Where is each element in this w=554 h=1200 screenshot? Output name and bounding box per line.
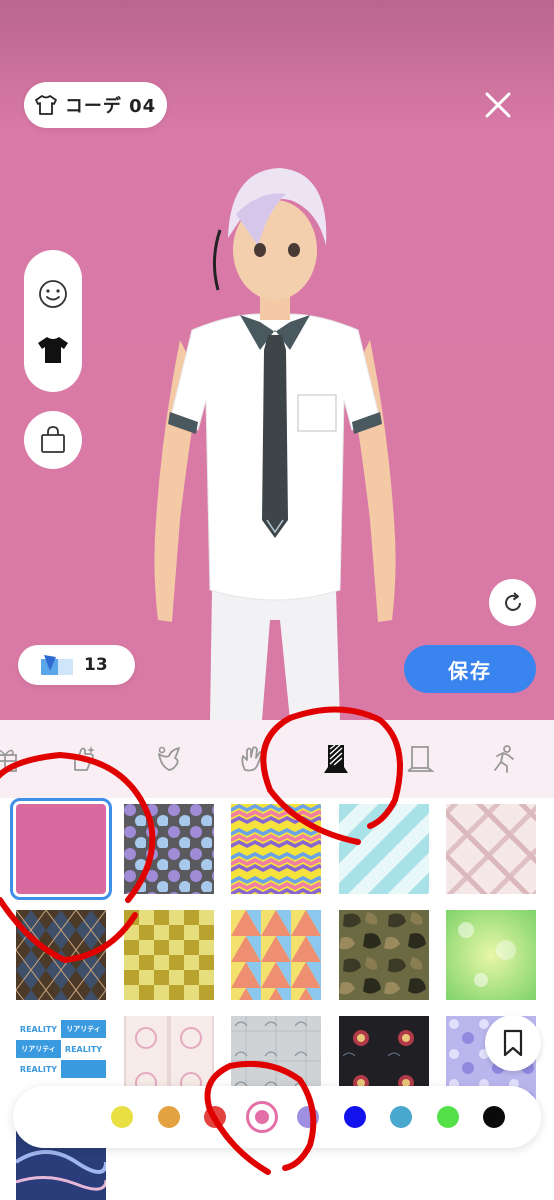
tab-gift[interactable] [0,720,42,798]
bookmark-icon [503,1029,523,1057]
sparkle-hand-icon [74,746,95,771]
avatar-character [154,168,396,720]
swatch-plaid[interactable] [446,804,536,894]
color-swatch[interactable] [483,1106,505,1128]
reality-text: REALITY [16,1060,61,1078]
swatch-bokeh-green[interactable] [446,910,536,1000]
color-swatch[interactable] [343,1106,366,1128]
shopping-bag-icon [41,426,65,453]
bookmark-button[interactable] [485,1015,541,1071]
reality-jp-text: リアリティ [61,1020,106,1038]
swatch-diagonal-stripes[interactable] [339,804,429,894]
outfit-label: コーデ 04 [64,96,157,117]
reality-text: REALITY [61,1040,106,1058]
reality-jp-text: リアリティ [16,1040,61,1058]
swatch-triangles[interactable] [231,910,321,1000]
swatch-checkerboard[interactable] [124,910,214,1000]
save-button[interactable]: 保存 [404,645,536,693]
color-swatch[interactable] [436,1106,459,1128]
rotate-button[interactable] [489,579,536,626]
color-palette [13,1086,541,1148]
tab-book[interactable] [378,720,462,798]
close-icon[interactable] [483,90,513,120]
outfit-mode-button[interactable] [37,336,69,368]
hand-icon [241,746,263,772]
face-mode-button[interactable] [37,278,69,314]
edit-mode-group [24,250,82,392]
color-swatch[interactable] [111,1106,133,1128]
shirt-icon [34,95,57,115]
ticket-icon [41,655,73,675]
background-icon [324,744,348,773]
swatch-zigzag[interactable] [231,804,321,894]
swatch-camouflage[interactable] [339,910,429,1000]
shop-button[interactable] [24,411,82,469]
gift-icon [0,749,17,772]
shirt-icon [38,337,68,363]
color-swatch[interactable] [204,1106,226,1128]
face-icon [39,280,67,308]
category-tabs [0,720,554,798]
color-swatch[interactable] [297,1106,319,1128]
wings-icon [158,746,180,771]
swatch-polka-dots[interactable] [124,804,214,894]
tab-accessory[interactable] [42,720,126,798]
tab-pose[interactable] [462,720,546,798]
outfit-selector[interactable]: コーデ 04 [24,82,167,128]
reality-text: REALITY [16,1020,61,1038]
swatch-solid-pink[interactable] [10,798,112,900]
tab-wings[interactable] [126,720,210,798]
color-swatch-selected[interactable] [245,1101,278,1133]
book-icon [407,746,435,772]
rotate-icon [504,591,521,611]
tab-background[interactable] [294,720,378,798]
ticket-count: 13 [84,655,108,675]
color-swatch[interactable] [390,1106,412,1128]
ticket-counter[interactable]: 13 [18,645,135,685]
avatar-stage: コーデ 04 13 保存 [0,0,554,720]
pose-icon [494,745,514,773]
swatch-argyle[interactable] [16,910,106,1000]
color-swatch[interactable] [157,1106,180,1128]
tab-hand[interactable] [210,720,294,798]
reality-block [61,1060,106,1078]
